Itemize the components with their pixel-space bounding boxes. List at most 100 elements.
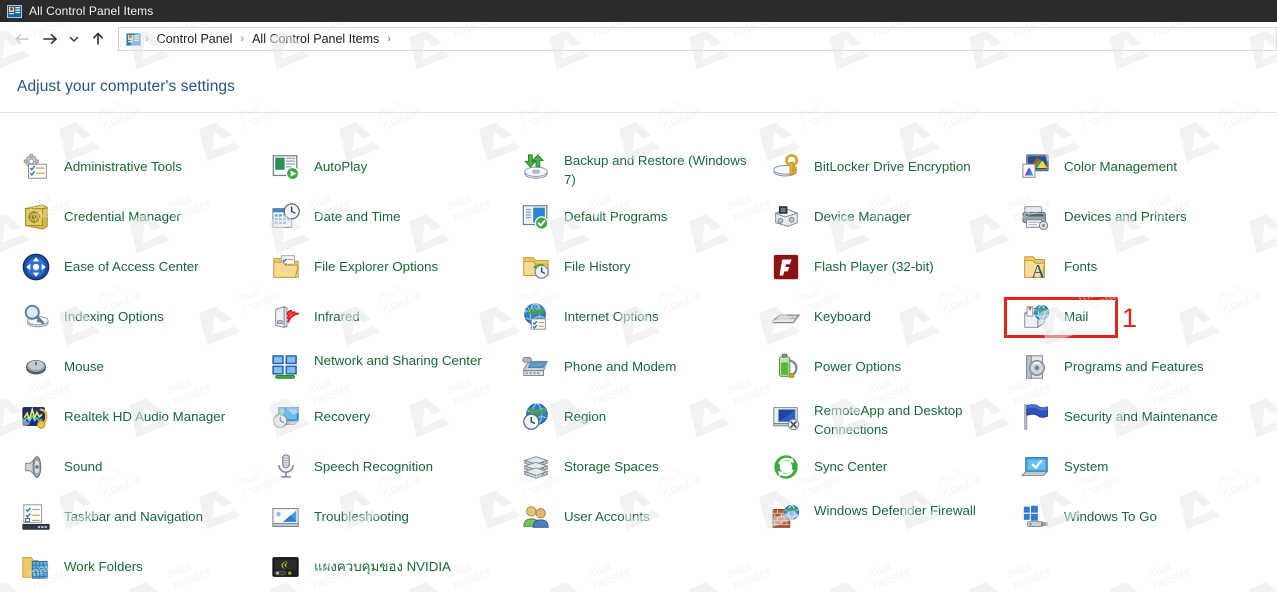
control-panel-item-windows-to-go[interactable]: Windows To Go bbox=[1020, 501, 1265, 545]
control-panel-item-label: Device Manager bbox=[814, 209, 911, 224]
remoteapp-icon bbox=[770, 401, 802, 433]
control-panel-item-label: Troubleshooting bbox=[314, 509, 409, 524]
control-panel-item-label: User Accounts bbox=[564, 509, 650, 524]
control-panel-item-flash-player-32-bit[interactable]: Flash Player (32-bit) bbox=[770, 251, 1015, 295]
control-panel-item-troubleshooting[interactable]: Troubleshooting bbox=[270, 501, 515, 545]
control-panel-item-fonts[interactable]: A Fonts bbox=[1020, 251, 1265, 295]
control-panel-item-speech-recognition[interactable]: Speech Recognition bbox=[270, 451, 515, 495]
navigation-bar: › Control Panel › All Control Panel Item… bbox=[0, 22, 1277, 56]
control-panel-items-grid: Administrative Tools AutoPlay Backup and… bbox=[0, 113, 1277, 592]
control-panel-item-label: Infrared bbox=[314, 309, 360, 324]
control-panel-item-label: Security and Maintenance bbox=[1064, 409, 1218, 424]
control-panel-item-label: แผงควบคุมของ NVIDIA bbox=[314, 559, 451, 574]
power-options-icon bbox=[770, 351, 802, 383]
control-panel-item-label: Fonts bbox=[1064, 259, 1098, 274]
control-panel-item-storage-spaces[interactable]: Storage Spaces bbox=[520, 451, 765, 495]
internet-options-icon bbox=[520, 301, 552, 333]
control-panel-item-security-and-maintenance[interactable]: Security and Maintenance bbox=[1020, 401, 1265, 445]
control-panel-item-remoteapp-and-desktop-connections[interactable]: RemoteApp and Desktop Connections bbox=[770, 401, 1015, 445]
control-panel-item-indexing-options[interactable]: Indexing Options bbox=[20, 301, 265, 345]
control-panel-item-label: BitLocker Drive Encryption bbox=[814, 159, 971, 174]
control-panel-item-windows-defender-firewall[interactable]: Windows Defender Firewall bbox=[770, 501, 1015, 545]
control-panel-item-infrared[interactable]: Infrared bbox=[270, 301, 515, 345]
control-panel-item-date-and-time[interactable]: Date and Time bbox=[270, 201, 515, 245]
control-panel-item-sync-center[interactable]: Sync Center bbox=[770, 451, 1015, 495]
speech-recognition-icon bbox=[270, 451, 302, 483]
control-panel-item-label: Credential Manager bbox=[64, 209, 181, 224]
breadcrumb-all-control-panel-items[interactable]: All Control Panel Items bbox=[246, 28, 385, 50]
control-panel-item-file-history[interactable]: File History bbox=[520, 251, 765, 295]
control-panel-item-phone-and-modem[interactable]: Phone and Modem bbox=[520, 351, 765, 395]
control-panel-item-label: File History bbox=[564, 259, 631, 274]
control-panel-item-label: Storage Spaces bbox=[564, 459, 659, 474]
windows-to-go-icon bbox=[1020, 501, 1052, 533]
arrow-up-icon[interactable] bbox=[84, 25, 112, 53]
control-panel-item-label: Work Folders bbox=[64, 559, 143, 574]
control-panel-item-mouse[interactable]: Mouse bbox=[20, 351, 265, 395]
taskbar-navigation-icon bbox=[20, 501, 52, 533]
control-panel-icon bbox=[7, 4, 22, 18]
chevron-down-icon[interactable] bbox=[64, 25, 84, 53]
work-folders-icon bbox=[20, 551, 52, 583]
autoplay-icon bbox=[270, 151, 302, 183]
control-panel-item-label: Mouse bbox=[64, 359, 104, 374]
control-panel-item-autoplay[interactable]: AutoPlay bbox=[270, 151, 515, 195]
control-panel-item-region[interactable]: Region bbox=[520, 401, 765, 445]
control-panel-item-programs-and-features[interactable]: Programs and Features bbox=[1020, 351, 1265, 395]
control-panel-item-bitlocker-drive-encryption[interactable]: BitLocker Drive Encryption bbox=[770, 151, 1015, 195]
control-panel-item-internet-options[interactable]: Internet Options bbox=[520, 301, 765, 345]
region-icon bbox=[520, 401, 552, 433]
control-panel-icon[interactable] bbox=[123, 32, 143, 46]
arrow-right-icon[interactable] bbox=[36, 25, 64, 53]
control-panel-item-default-programs[interactable]: Default Programs bbox=[520, 201, 765, 245]
control-panel-item-file-explorer-options[interactable]: File Explorer Options bbox=[270, 251, 515, 295]
file-explorer-options-icon bbox=[270, 251, 302, 283]
breadcrumb-separator[interactable]: › bbox=[385, 28, 393, 50]
control-panel-item-sound[interactable]: Sound bbox=[20, 451, 265, 495]
address-bar[interactable]: › Control Panel › All Control Panel Item… bbox=[118, 27, 1277, 51]
devices-printers-icon bbox=[1020, 201, 1052, 233]
control-panel-item-mail[interactable]: Mail bbox=[1020, 301, 1265, 345]
control-panel-item-label: Power Options bbox=[814, 359, 902, 374]
control-panel-item-realtek-hd-audio-manager[interactable]: Realtek HD Audio Manager bbox=[20, 401, 265, 445]
control-panel-item-ease-of-access-center[interactable]: Ease of Access Center bbox=[20, 251, 265, 295]
control-panel-item-work-folders[interactable]: Work Folders bbox=[20, 551, 265, 595]
bitlocker-icon bbox=[770, 151, 802, 183]
page-title: Adjust your computer's settings bbox=[17, 78, 235, 95]
control-panel-item-label: Programs and Features bbox=[1064, 359, 1204, 374]
date-time-icon bbox=[270, 201, 302, 233]
credential-manager-icon bbox=[20, 201, 52, 233]
control-panel-item-color-management[interactable]: Color Management bbox=[1020, 151, 1265, 195]
control-panel-item-label: RemoteApp and Desktop Connections bbox=[814, 403, 963, 437]
control-panel-item-label: Windows To Go bbox=[1064, 509, 1157, 524]
sync-center-icon bbox=[770, 451, 802, 483]
control-panel-item-network-and-sharing-center[interactable]: Network and Sharing Center bbox=[270, 351, 515, 395]
control-panel-item-label: Region bbox=[564, 409, 607, 424]
control-panel-item-nvidia[interactable]: แผงควบคุมของ NVIDIA bbox=[270, 551, 515, 595]
troubleshooting-icon bbox=[270, 501, 302, 533]
control-panel-item-label: Phone and Modem bbox=[564, 359, 677, 374]
control-panel-item-power-options[interactable]: Power Options bbox=[770, 351, 1015, 395]
infrared-icon bbox=[270, 301, 302, 333]
control-panel-item-taskbar-and-navigation[interactable]: Taskbar and Navigation bbox=[20, 501, 265, 545]
control-panel-item-user-accounts[interactable]: User Accounts bbox=[520, 501, 765, 545]
default-programs-icon bbox=[520, 201, 552, 233]
control-panel-item-device-manager[interactable]: Device Manager bbox=[770, 201, 1015, 245]
administrative-tools-icon bbox=[20, 151, 52, 183]
control-panel-item-system[interactable]: System bbox=[1020, 451, 1265, 495]
control-panel-item-label: Sync Center bbox=[814, 459, 888, 474]
realtek-audio-icon bbox=[20, 401, 52, 433]
control-panel-item-label: Network and Sharing Center bbox=[314, 353, 482, 368]
control-panel-item-recovery[interactable]: Recovery bbox=[270, 401, 515, 445]
breadcrumb-separator: › bbox=[145, 33, 149, 45]
control-panel-item-devices-and-printers[interactable]: Devices and Printers bbox=[1020, 201, 1265, 245]
arrow-left-icon[interactable] bbox=[8, 25, 36, 53]
control-panel-item-backup-and-restore-windows-7[interactable]: Backup and Restore (Windows 7) bbox=[520, 151, 765, 195]
control-panel-item-label: Speech Recognition bbox=[314, 459, 434, 474]
control-panel-item-keyboard[interactable]: Keyboard bbox=[770, 301, 1015, 345]
fonts-icon: A bbox=[1020, 251, 1052, 283]
breadcrumb-control-panel[interactable]: Control Panel bbox=[151, 28, 239, 50]
window-title-bar: All Control Panel Items bbox=[0, 0, 1277, 22]
control-panel-item-administrative-tools[interactable]: Administrative Tools bbox=[20, 151, 265, 195]
control-panel-item-credential-manager[interactable]: Credential Manager bbox=[20, 201, 265, 245]
